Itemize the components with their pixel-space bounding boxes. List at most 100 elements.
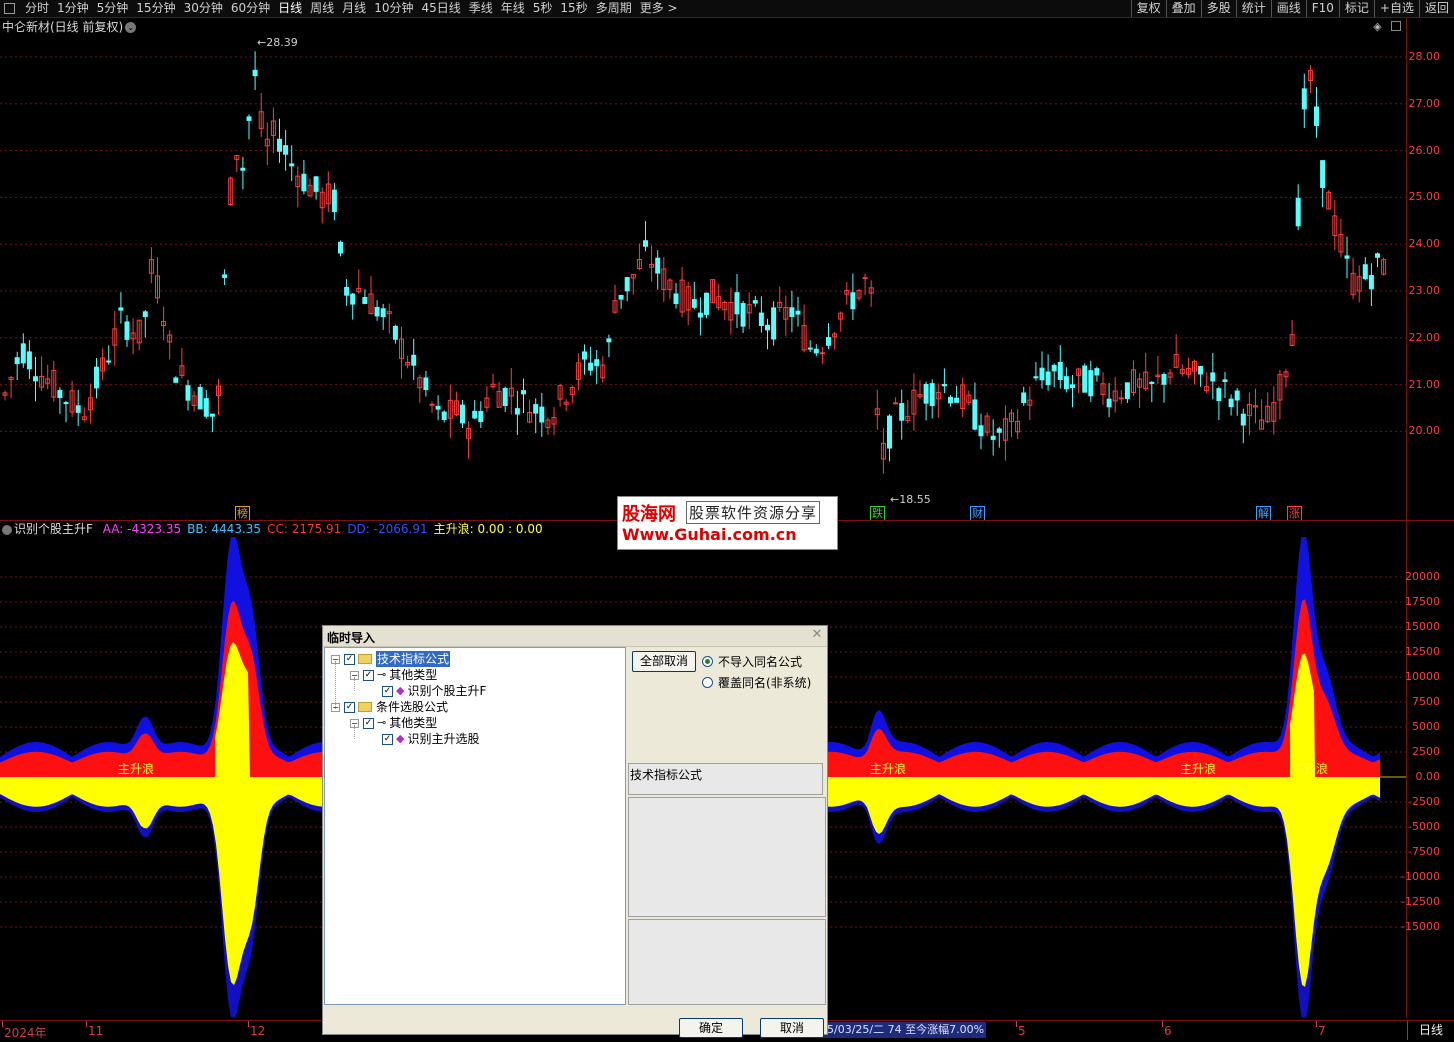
candle-body (209, 413, 215, 417)
candle-body (423, 377, 429, 391)
indicator-value: AA: -4323.35 (103, 522, 181, 536)
checkbox[interactable]: ✓ (344, 701, 355, 713)
candle-body (539, 406, 545, 423)
indicator-tick-label: -7500 (1408, 845, 1440, 858)
candle-body (222, 274, 228, 278)
close-icon[interactable]: ✕ (810, 628, 824, 642)
checkbox[interactable]: ✓ (363, 669, 374, 681)
date-label: 2024年 (4, 1026, 47, 1040)
candle-body (185, 385, 191, 401)
candle-body (1039, 367, 1045, 381)
date-tick (1162, 1021, 1163, 1027)
period-tab[interactable]: 1分钟 (53, 0, 93, 17)
candle-body (978, 425, 984, 437)
indicator-tick-label: -2500 (1408, 795, 1440, 808)
period-tab[interactable]: 10分钟 (370, 0, 417, 17)
toolbar-button[interactable]: 画线 (1270, 0, 1306, 17)
candle-body (1033, 376, 1039, 379)
period-tabs: 分时 1分钟 5分钟 15分钟 30分钟 60分钟 日线 周线 月线 10分钟 45日线 季线 年线 5秒… (21, 0, 682, 17)
candle-body (893, 402, 899, 405)
toolbar-button[interactable]: 多股 (1200, 0, 1236, 17)
checkbox[interactable]: ✓ (344, 653, 355, 665)
event-tag[interactable]: 涨 (1287, 506, 1302, 521)
event-tag[interactable]: 财 (970, 506, 985, 521)
period-tab[interactable]: 周线 (306, 0, 338, 17)
checkbox[interactable]: ✓ (382, 685, 393, 697)
indicator-menu-icon[interactable] (2, 524, 12, 535)
date-tick (86, 1021, 87, 1027)
candle-body (331, 189, 337, 212)
tree-connector (335, 661, 336, 709)
candle-body (57, 389, 63, 399)
candle-body (1295, 197, 1301, 227)
candle-body (850, 292, 856, 310)
period-tab[interactable]: 多周期 (592, 0, 636, 17)
period-tab[interactable]: 5秒 (529, 0, 557, 17)
dialog-title-bar[interactable]: 临时导入 ✕ (323, 626, 827, 647)
tree-item[interactable]: − ✓ 条件选股公式 (331, 699, 448, 715)
period-tab[interactable]: 分时 (21, 0, 53, 17)
period-tab[interactable]: 60分钟 (227, 0, 274, 17)
toolbar-button[interactable]: 标记 (1338, 0, 1374, 17)
radio-icon[interactable] (702, 656, 713, 667)
period-tab[interactable]: 15秒 (556, 0, 591, 17)
tree-item[interactable]: − ✓ ⊸ 其他类型 (350, 667, 437, 683)
candle-body (1320, 160, 1326, 188)
candle-body (941, 384, 947, 387)
indicator-name[interactable]: 识别个股主升F (14, 522, 93, 536)
period-tab[interactable]: 年线 (497, 0, 529, 17)
toolbar-button[interactable]: 复权 (1130, 0, 1166, 17)
folder-icon (358, 654, 372, 664)
period-tab[interactable]: 季线 (465, 0, 497, 17)
toolbar-button[interactable]: +自选 (1373, 0, 1419, 17)
candle-body (1070, 384, 1075, 388)
toolbar-button[interactable]: 返回 (1418, 0, 1454, 17)
candle-body (624, 277, 630, 292)
price-tick-label: 21.00 (1408, 377, 1441, 391)
tree-label: 条件选股公式 (376, 700, 449, 714)
period-tab[interactable]: 30分钟 (180, 0, 227, 17)
event-tag[interactable]: 解 (1256, 506, 1271, 521)
key-icon: ⊸ (377, 668, 387, 681)
tree-label: 识别个股主升F (407, 684, 487, 698)
period-tab[interactable]: 15分钟 (132, 0, 179, 17)
indicator-value-label: 主升浪: (433, 522, 474, 536)
period-tab[interactable]: 5分钟 (93, 0, 133, 17)
event-tag[interactable]: 跌 (870, 506, 885, 521)
cancel-all-button[interactable]: 全部取消 (632, 651, 696, 672)
dialog-title: 临时导入 (327, 631, 376, 645)
tree-item[interactable]: ✓ ◆ 识别个股主升F (369, 683, 486, 699)
radio-skip-same-name[interactable]: 不导入同名公式 (702, 653, 802, 670)
tree-item[interactable]: − ✓ ⊸ 其他类型 (350, 715, 437, 731)
period-tab[interactable]: 月线 (338, 0, 370, 17)
candlestick-chart[interactable] (0, 18, 1454, 520)
candle-body (887, 415, 892, 449)
event-tag[interactable]: 榜 (235, 506, 250, 521)
toolbar-button[interactable]: F10 (1305, 0, 1339, 17)
period-tab[interactable]: 更多 > (636, 0, 682, 17)
candle-body (643, 240, 648, 247)
checkbox[interactable]: ✓ (382, 733, 393, 745)
candle-body (429, 403, 435, 406)
period-button[interactable]: 日线 (1407, 1021, 1454, 1040)
indicator-value-number: 0.00 : 0.00 (473, 522, 543, 536)
checkbox[interactable]: ✓ (363, 717, 374, 729)
candle-body (1051, 364, 1057, 372)
period-tab[interactable]: 45日线 (417, 0, 464, 17)
indicator-value-label: AA: (102, 522, 124, 536)
candle-body (618, 294, 624, 300)
period-tab[interactable]: 日线 (274, 0, 306, 17)
right-tools: 复权 叠加 多股 统计 画线 F10 标记 +自选 返回 (1130, 0, 1454, 17)
watermark-banner: 股海网 股票软件资源分享 Www.Guhai.com.cn (617, 496, 838, 550)
tree-item[interactable]: − ✓ 技术指标公式 (331, 651, 451, 667)
candle-body (514, 408, 520, 415)
radio-overwrite[interactable]: 覆盖同名(非系统) (702, 674, 811, 691)
tree-item[interactable]: ✓ ◆ 识别主升选股 (369, 731, 479, 747)
radio-icon[interactable] (702, 677, 713, 688)
cancel-button[interactable]: 取消 (760, 1018, 824, 1038)
window-icon[interactable] (4, 3, 15, 14)
candle-body (362, 297, 368, 304)
ok-button[interactable]: 确定 (679, 1018, 743, 1038)
toolbar-button[interactable]: 叠加 (1165, 0, 1201, 17)
toolbar-button[interactable]: 统计 (1235, 0, 1271, 17)
